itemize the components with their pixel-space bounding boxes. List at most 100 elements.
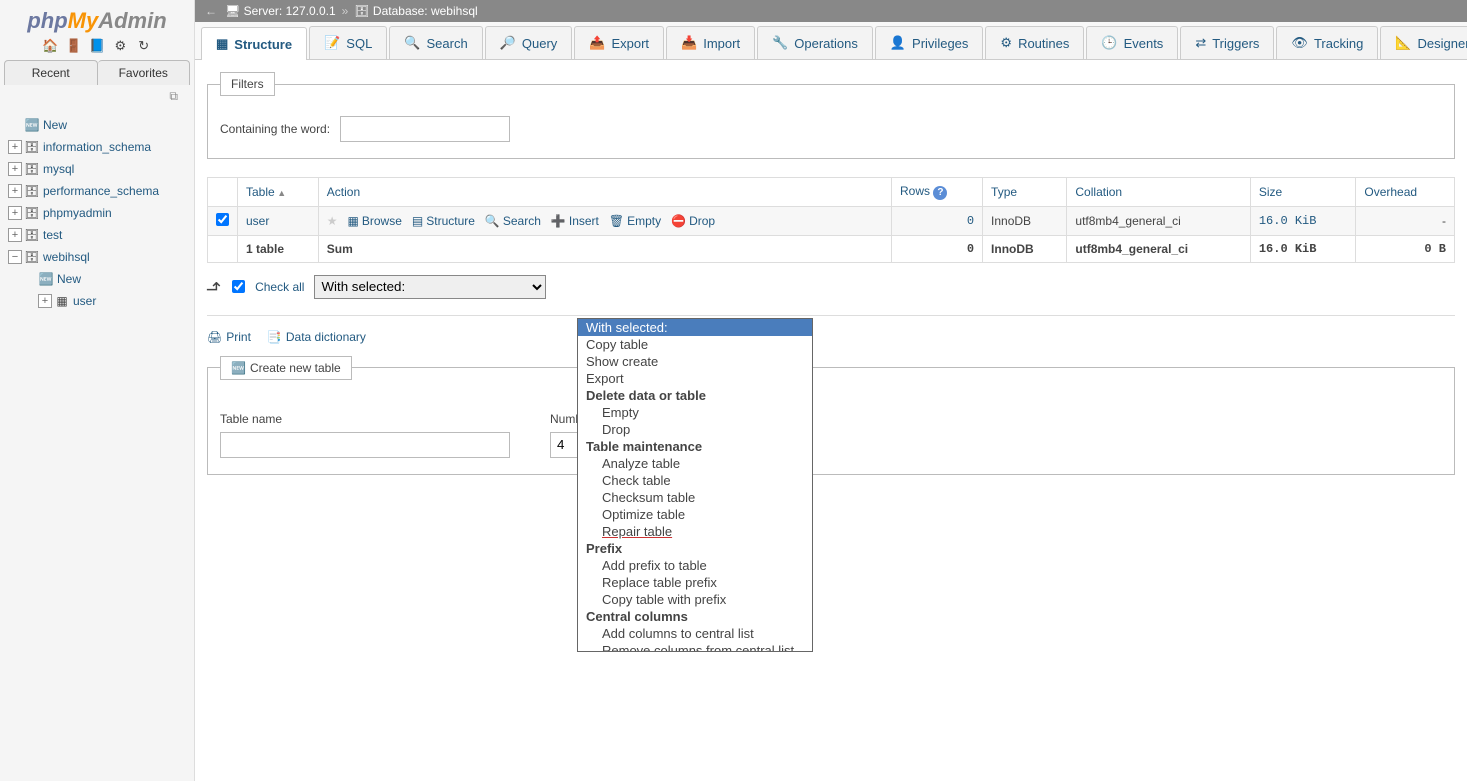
- tab-query[interactable]: 🔎Query: [485, 26, 573, 59]
- tab-events[interactable]: 🕒Events: [1086, 26, 1178, 59]
- sum-overhead: 0 B: [1356, 235, 1455, 262]
- tab-sql[interactable]: 📝SQL: [309, 26, 387, 59]
- check-all-checkbox[interactable]: [232, 280, 245, 293]
- table-name-input[interactable]: [220, 432, 510, 458]
- action-insert[interactable]: ➕Insert: [551, 214, 599, 228]
- print-link[interactable]: 🖨Print: [207, 330, 251, 344]
- table-name-link[interactable]: user: [246, 214, 269, 228]
- action-drop[interactable]: ⛔Drop: [671, 214, 715, 228]
- dropdown-option[interactable]: Add prefix to table: [578, 557, 812, 574]
- help-icon[interactable]: ?: [933, 186, 947, 200]
- dropdown-option[interactable]: With selected:: [578, 319, 812, 336]
- home-icon[interactable]: 🏠: [42, 38, 58, 54]
- dropdown-option: Table maintenance: [578, 438, 812, 455]
- nav-new[interactable]: 🆕 New: [8, 114, 194, 136]
- database-icon: 🗄: [24, 161, 40, 177]
- row-checkbox[interactable]: [216, 213, 229, 226]
- action-structure[interactable]: ▤Structure: [412, 214, 475, 228]
- breadcrumb-database[interactable]: 🗄 Database: webihsql: [354, 4, 477, 18]
- tab-triggers[interactable]: ⇄Triggers: [1180, 26, 1274, 59]
- nav-db-performance_schema[interactable]: +🗄 performance_schema: [8, 180, 194, 202]
- database-icon: 🗄: [354, 4, 373, 18]
- cell-type: InnoDB: [983, 206, 1067, 235]
- tab-designer[interactable]: 📐Designer: [1380, 26, 1467, 59]
- tab-tracking[interactable]: 👁Tracking: [1276, 26, 1378, 59]
- tab-recent[interactable]: Recent: [4, 60, 98, 85]
- logo[interactable]: phpMyAdmin: [0, 0, 194, 36]
- col-action: Action: [318, 178, 891, 207]
- dropdown-option[interactable]: Analyze table: [578, 455, 812, 472]
- col-type[interactable]: Type: [983, 178, 1067, 207]
- tab-import[interactable]: 📥Import: [666, 26, 755, 59]
- nav-db-webihsql[interactable]: −🗄 webihsql: [8, 246, 194, 268]
- col-collation[interactable]: Collation: [1067, 178, 1250, 207]
- tab-favorites[interactable]: Favorites: [98, 60, 191, 85]
- action-browse[interactable]: ▦Browse: [348, 214, 402, 228]
- nav-db-mysql[interactable]: +🗄 mysql: [8, 158, 194, 180]
- dropdown-option[interactable]: Replace table prefix: [578, 574, 812, 591]
- sum-size: 16.0 KiB: [1250, 235, 1356, 262]
- tab-privileges[interactable]: 👤Privileges: [875, 26, 984, 59]
- tab-export[interactable]: 📤Export: [574, 26, 664, 59]
- with-selected-select[interactable]: With selected:: [314, 275, 546, 299]
- nav-db-webihsql-new[interactable]: 🆕 New: [8, 268, 194, 290]
- filters-legend: Filters: [220, 72, 275, 96]
- create-table-fieldset: 🆕Create new table Table name Number of c…: [207, 356, 1455, 475]
- nav-db-phpmyadmin[interactable]: +🗄 phpmyadmin: [8, 202, 194, 224]
- dropdown-option[interactable]: Optimize table: [578, 506, 812, 523]
- collapse-icon[interactable]: ⧉: [0, 85, 194, 110]
- sidebar-tabs: Recent Favorites: [0, 60, 194, 85]
- dropdown-option[interactable]: Checksum table: [578, 489, 812, 506]
- sum-label: Sum: [318, 235, 891, 262]
- insert-icon: ➕: [551, 214, 566, 228]
- events-icon: 🕒: [1101, 35, 1117, 51]
- tab-routines[interactable]: ⚙Routines: [985, 26, 1084, 59]
- filter-input[interactable]: [340, 116, 510, 142]
- docs-icon[interactable]: 📘: [89, 38, 105, 54]
- with-selected-dropdown[interactable]: With selected: Copy tableShow createExpo…: [577, 318, 813, 652]
- new-table-icon: 🆕: [231, 361, 246, 375]
- dropdown-option[interactable]: Drop: [578, 421, 812, 438]
- data-dictionary-link[interactable]: 📑Data dictionary: [267, 330, 366, 344]
- tab-structure[interactable]: ▦Structure: [201, 27, 307, 60]
- action-search[interactable]: 🔍Search: [485, 214, 541, 228]
- col-overhead[interactable]: Overhead: [1356, 178, 1455, 207]
- dropdown-option[interactable]: Repair table: [578, 523, 812, 540]
- dropdown-option[interactable]: Empty: [578, 404, 812, 421]
- action-empty[interactable]: 🗑Empty: [609, 214, 661, 228]
- dropdown-option[interactable]: Export: [578, 370, 812, 387]
- collapse-sidebar-icon[interactable]: ←: [205, 4, 217, 18]
- dropdown-option[interactable]: Check table: [578, 472, 812, 489]
- print-icon: 🖨: [207, 330, 222, 344]
- dropdown-option[interactable]: Add columns to central list: [578, 625, 812, 642]
- tab-search[interactable]: 🔍Search: [389, 26, 482, 59]
- col-size[interactable]: Size: [1250, 178, 1356, 207]
- tab-operations[interactable]: 🔧Operations: [757, 26, 873, 59]
- breadcrumb-server[interactable]: 🖥 Server: 127.0.0.1: [225, 4, 336, 18]
- favorite-icon[interactable]: ★: [327, 214, 338, 228]
- col-table[interactable]: Table: [238, 178, 319, 207]
- filter-label: Containing the word:: [220, 122, 330, 136]
- designer-icon: 📐: [1395, 35, 1411, 51]
- reload-icon[interactable]: ↻: [136, 38, 152, 54]
- dropdown-option[interactable]: Show create: [578, 353, 812, 370]
- dropdown-option[interactable]: Remove columns from central list: [578, 642, 812, 652]
- nav-db-information_schema[interactable]: +🗄 information_schema: [8, 136, 194, 158]
- check-all-link[interactable]: Check all: [255, 280, 304, 294]
- logout-icon[interactable]: 🚪: [66, 38, 82, 54]
- col-rows[interactable]: Rows ?: [892, 178, 983, 207]
- nav-db-test[interactable]: +🗄 test: [8, 224, 194, 246]
- export-icon: 📤: [589, 35, 605, 51]
- dictionary-icon: 📑: [267, 330, 282, 344]
- database-icon: 🗄: [24, 183, 40, 199]
- dropdown-option: Prefix: [578, 540, 812, 557]
- nav-db-webihsql-user[interactable]: +▦ user: [8, 290, 194, 312]
- dropdown-option[interactable]: Copy table with prefix: [578, 591, 812, 608]
- settings-icon[interactable]: ⚙: [112, 38, 128, 54]
- search-icon: 🔍: [485, 214, 500, 228]
- new-db-icon: 🆕: [24, 117, 40, 133]
- arrow-indicator-icon: ↲: [204, 279, 225, 294]
- main-tabs: ▦Structure 📝SQL 🔍Search 🔎Query 📤Export 📥…: [195, 22, 1467, 60]
- server-icon: 🖥: [225, 4, 244, 18]
- dropdown-option[interactable]: Copy table: [578, 336, 812, 353]
